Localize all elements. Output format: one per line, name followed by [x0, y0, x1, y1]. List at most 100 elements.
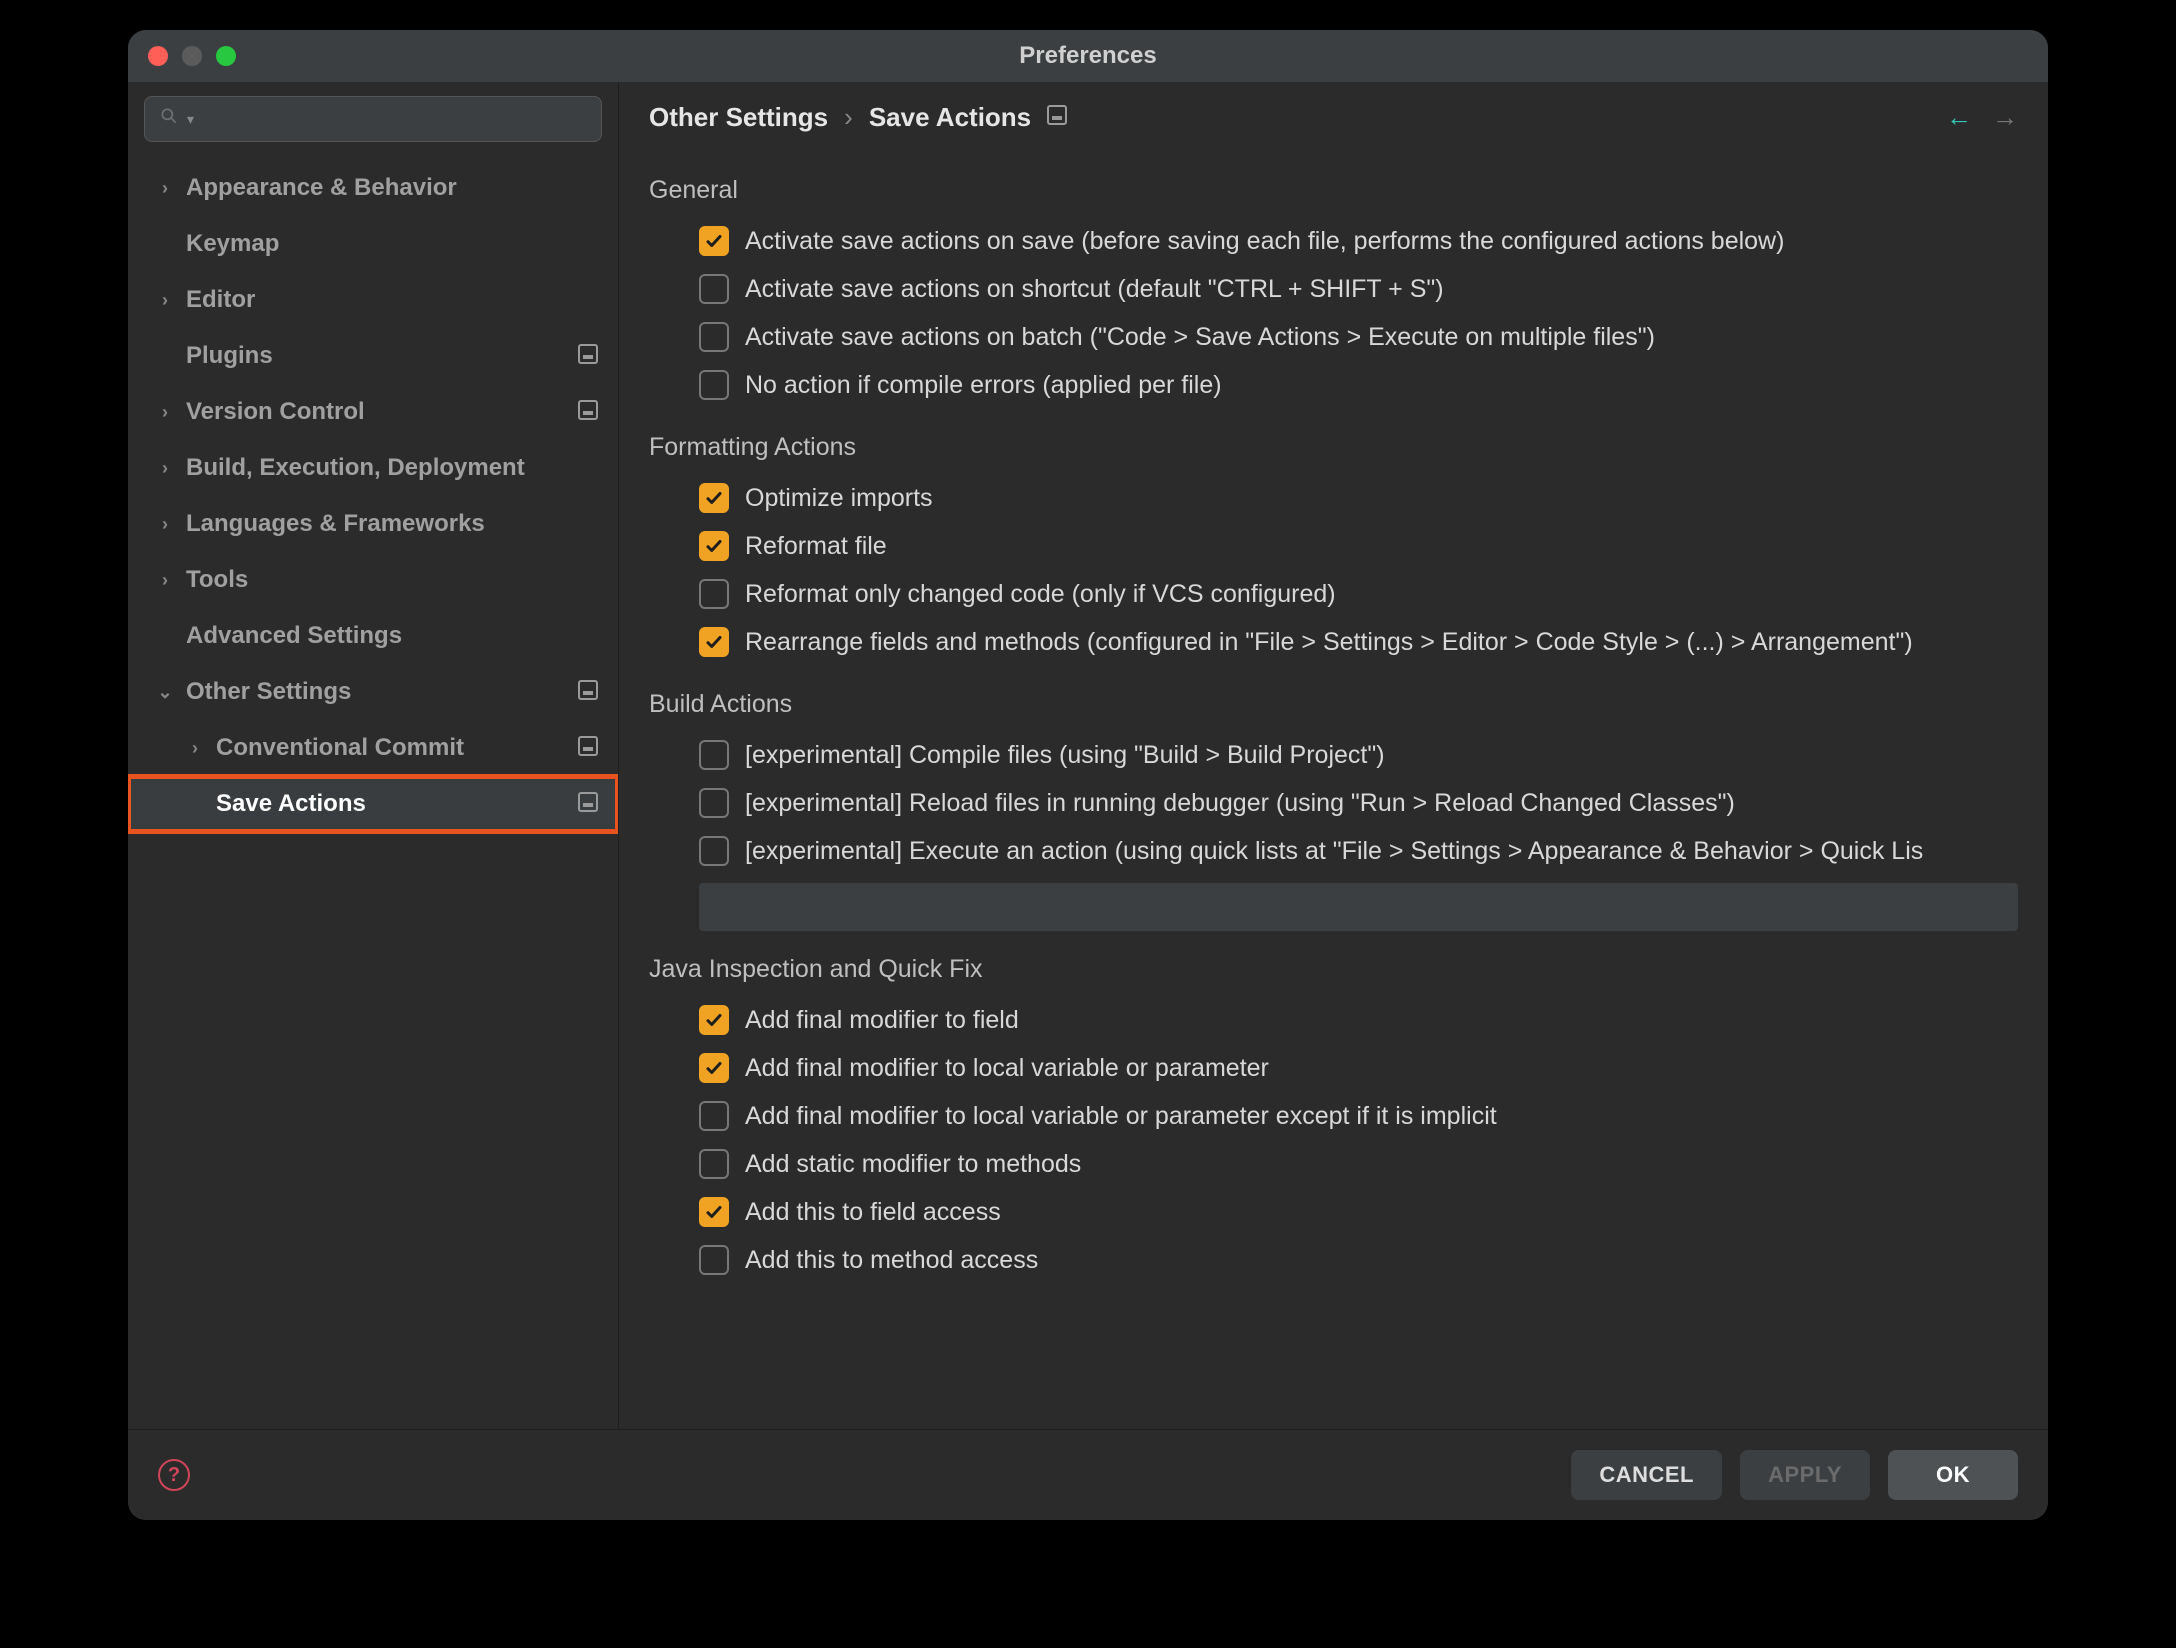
section-title: Formatting Actions — [649, 433, 2018, 462]
sidebar-item-label: Languages & Frameworks — [186, 510, 598, 538]
sidebar-item-editor[interactable]: › Editor — [128, 272, 618, 328]
project-scope-icon — [578, 736, 598, 761]
sidebar-item-save-actions[interactable]: ›Save Actions — [128, 776, 618, 832]
option-row[interactable]: [experimental] Reload files in running d… — [699, 779, 2018, 827]
titlebar: Preferences — [128, 30, 2048, 82]
minimize-window-button[interactable] — [182, 46, 202, 66]
section-title: General — [649, 176, 2018, 205]
checkbox[interactable] — [699, 370, 729, 400]
project-scope-icon — [578, 792, 598, 817]
checkbox[interactable] — [699, 531, 729, 561]
option-row[interactable]: No action if compile errors (applied per… — [699, 361, 2018, 409]
option-row[interactable]: Add final modifier to local variable or … — [699, 1092, 2018, 1140]
sidebar-item-label: Plugins — [186, 342, 566, 370]
option-row[interactable]: Add final modifier to field — [699, 996, 2018, 1044]
checkbox[interactable] — [699, 1197, 729, 1227]
checkbox[interactable] — [699, 226, 729, 256]
sidebar-item-advanced-settings[interactable]: ›Advanced Settings — [128, 608, 618, 664]
option-row[interactable]: Add this to method access — [699, 1236, 2018, 1284]
option-label: Add this to method access — [745, 1246, 1038, 1275]
sidebar-item-tools[interactable]: › Tools — [128, 552, 618, 608]
sidebar-item-keymap[interactable]: ›Keymap — [128, 216, 618, 272]
section-title: Build Actions — [649, 690, 2018, 719]
option-row[interactable]: Activate save actions on save (before sa… — [699, 217, 2018, 265]
cancel-button[interactable]: CANCEL — [1571, 1450, 1722, 1500]
zoom-window-button[interactable] — [216, 46, 236, 66]
breadcrumb-root: Other Settings — [649, 102, 828, 133]
checkbox[interactable] — [699, 1149, 729, 1179]
search-icon — [159, 105, 179, 133]
chevron-right-icon: › — [156, 290, 174, 311]
sidebar-item-label: Editor — [186, 286, 598, 314]
nav-forward-icon[interactable]: → — [1992, 102, 2018, 133]
option-label: Reformat file — [745, 532, 887, 561]
option-row[interactable]: Add this to field access — [699, 1188, 2018, 1236]
sidebar-item-label: Appearance & Behavior — [186, 174, 598, 202]
option-row[interactable]: Add final modifier to local variable or … — [699, 1044, 2018, 1092]
option-label: Add final modifier to local variable or … — [745, 1054, 1269, 1083]
sidebar-item-other-settings[interactable]: ⌄Other Settings — [128, 664, 618, 720]
option-row[interactable]: [experimental] Execute an action (using … — [699, 827, 2018, 875]
checkbox[interactable] — [699, 274, 729, 304]
option-row[interactable]: Activate save actions on shortcut (defau… — [699, 265, 2018, 313]
project-scope-icon — [578, 344, 598, 369]
project-scope-icon — [578, 680, 598, 705]
option-label: Add final modifier to field — [745, 1006, 1019, 1035]
content-pane: Other Settings › Save Actions ← → Genera… — [619, 82, 2048, 1429]
option-label: Activate save actions on shortcut (defau… — [745, 275, 1444, 304]
option-row[interactable]: [experimental] Compile files (using "Bui… — [699, 731, 2018, 779]
search-input[interactable] — [202, 105, 587, 133]
option-row[interactable]: Reformat file — [699, 522, 2018, 570]
quick-list-field[interactable] — [699, 883, 2018, 931]
checkbox[interactable] — [699, 483, 729, 513]
sidebar-item-conventional-commit[interactable]: › Conventional Commit — [128, 720, 618, 776]
option-label: [experimental] Execute an action (using … — [745, 837, 1923, 866]
option-label: Activate save actions on save (before sa… — [745, 227, 1784, 256]
option-row[interactable]: Optimize imports — [699, 474, 2018, 522]
checkbox[interactable] — [699, 1101, 729, 1131]
settings-scroll[interactable]: General Activate save actions on save (be… — [619, 152, 2048, 1429]
sidebar-item-label: Tools — [186, 566, 598, 594]
help-icon[interactable]: ? — [158, 1459, 190, 1491]
option-label: Rearrange fields and methods (configured… — [745, 628, 1913, 657]
option-row[interactable]: Rearrange fields and methods (configured… — [699, 618, 2018, 666]
sidebar-item-version-control[interactable]: › Version Control — [128, 384, 618, 440]
chevron-right-icon: › — [156, 402, 174, 423]
checkbox[interactable] — [699, 1005, 729, 1035]
sidebar-item-build-execution-deployment[interactable]: ›Build, Execution, Deployment — [128, 440, 618, 496]
window-controls — [148, 46, 236, 66]
sidebar-item-appearance-behavior[interactable]: › Appearance & Behavior — [128, 160, 618, 216]
breadcrumb-sep-icon: › — [844, 102, 853, 133]
option-label: Reformat only changed code (only if VCS … — [745, 580, 1336, 609]
checkbox[interactable] — [699, 1245, 729, 1275]
chevron-right-icon: › — [186, 738, 204, 759]
checkbox[interactable] — [699, 1053, 729, 1083]
sidebar-item-plugins[interactable]: ›Plugins — [128, 328, 618, 384]
option-row[interactable]: Add static modifier to methods — [699, 1140, 2018, 1188]
sidebar-item-languages-frameworks[interactable]: › Languages & Frameworks — [128, 496, 618, 552]
window-body: ▾ ›Appearance & Behavior›Keymap›Editor›P… — [128, 82, 2048, 1429]
settings-search[interactable]: ▾ — [144, 96, 602, 142]
checkbox[interactable] — [699, 579, 729, 609]
option-label: Add this to field access — [745, 1198, 1001, 1227]
checkbox[interactable] — [699, 322, 729, 352]
settings-tree: ›Appearance & Behavior›Keymap›Editor›Plu… — [128, 156, 618, 1429]
chevron-right-icon: › — [156, 514, 174, 535]
option-row[interactable]: Reformat only changed code (only if VCS … — [699, 570, 2018, 618]
chevron-right-icon: › — [156, 178, 174, 199]
option-label: Optimize imports — [745, 484, 933, 513]
checkbox[interactable] — [699, 740, 729, 770]
nav-back-icon[interactable]: ← — [1946, 102, 1972, 133]
ok-button[interactable]: OK — [1888, 1450, 2018, 1500]
close-window-button[interactable] — [148, 46, 168, 66]
checkbox[interactable] — [699, 836, 729, 866]
checkbox[interactable] — [699, 627, 729, 657]
sidebar-item-label: Version Control — [186, 398, 566, 426]
sidebar-item-label: Conventional Commit — [216, 734, 566, 762]
sidebar-item-label: Save Actions — [216, 790, 566, 818]
option-row[interactable]: Activate save actions on batch ("Code > … — [699, 313, 2018, 361]
chevron-right-icon: › — [156, 570, 174, 591]
sidebar-item-label: Keymap — [186, 230, 598, 258]
preferences-window: Preferences ▾ ›Appearance & Behavior›Key… — [128, 30, 2048, 1520]
checkbox[interactable] — [699, 788, 729, 818]
